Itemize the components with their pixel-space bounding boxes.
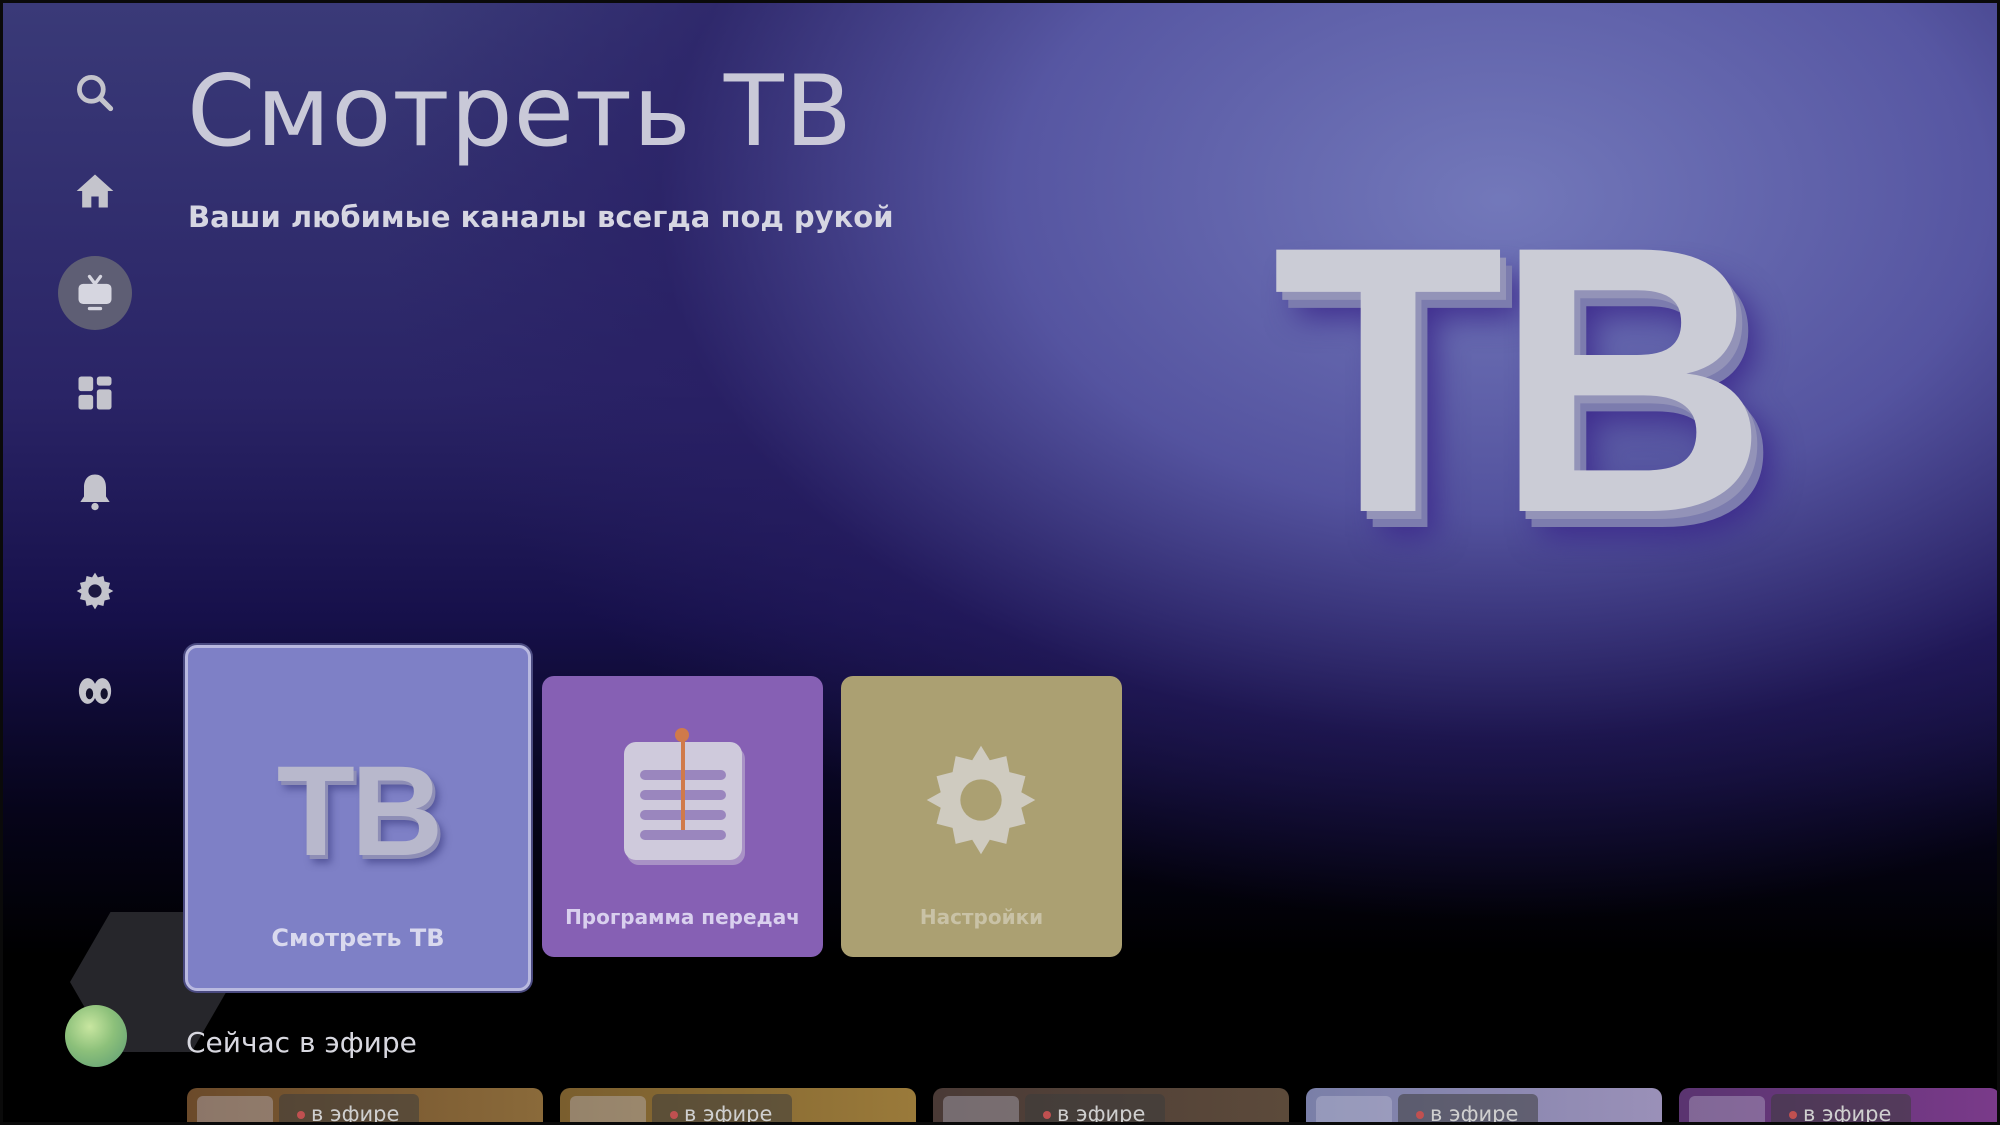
home-icon <box>76 174 114 208</box>
bell-icon <box>80 474 110 511</box>
live-channel-card[interactable]: в эфире <box>187 1088 543 1125</box>
live-channel-card[interactable]: в эфире <box>1679 1088 2000 1125</box>
channel-logo <box>570 1096 646 1125</box>
channel-logo <box>197 1096 273 1125</box>
page-subtitle: Ваши любимые каналы всегда под рукой <box>188 200 894 234</box>
nav-apps[interactable] <box>60 358 130 428</box>
live-badge: в эфире <box>1025 1094 1166 1125</box>
live-channel-card[interactable]: в эфире <box>1306 1088 1662 1125</box>
nav-home[interactable] <box>60 156 130 226</box>
guide-icon <box>624 728 742 860</box>
eyes-icon <box>78 678 112 704</box>
assistant-orb[interactable] <box>65 1005 127 1067</box>
tile-label: Настройки <box>919 905 1044 929</box>
live-channel-card[interactable]: в эфире <box>560 1088 916 1125</box>
nav-tv[interactable] <box>58 256 132 330</box>
channel-logo <box>1316 1096 1392 1125</box>
live-channel-card[interactable]: в эфире <box>933 1088 1289 1125</box>
tv-icon <box>78 274 112 311</box>
apps-icon <box>78 376 112 410</box>
tile-tv-guide[interactable]: Программа передач <box>542 676 823 957</box>
live-badge: в эфире <box>1398 1094 1539 1125</box>
channel-logo <box>943 1096 1019 1125</box>
hero-tv-logo: ТВ <box>1272 167 1769 592</box>
tile-label: Смотреть ТВ <box>271 924 445 952</box>
live-badge: в эфире <box>1771 1094 1912 1125</box>
search-icon <box>77 75 114 112</box>
page-title: Смотреть ТВ <box>187 55 853 169</box>
nav-assistant[interactable] <box>60 656 130 726</box>
tile-settings[interactable]: Настройки <box>841 676 1122 957</box>
tile-watch-tv[interactable]: ТВ Смотреть ТВ <box>185 645 531 991</box>
live-badge: в эфире <box>279 1094 420 1125</box>
now-on-air-title: Сейчас в эфире <box>186 1026 417 1059</box>
nav-notifications[interactable] <box>60 456 130 526</box>
tv-home-screen: Смотреть ТВ Ваши любимые каналы всегда п… <box>0 0 2000 1125</box>
nav-settings[interactable] <box>60 556 130 626</box>
gear-icon <box>76 572 114 610</box>
tv-logo-icon: ТВ <box>276 740 444 883</box>
gear-icon <box>926 745 1036 855</box>
nav-search[interactable] <box>60 58 130 128</box>
tile-label: Программа передач <box>565 905 800 929</box>
channel-logo <box>1689 1096 1765 1125</box>
live-badge: в эфире <box>652 1094 793 1125</box>
